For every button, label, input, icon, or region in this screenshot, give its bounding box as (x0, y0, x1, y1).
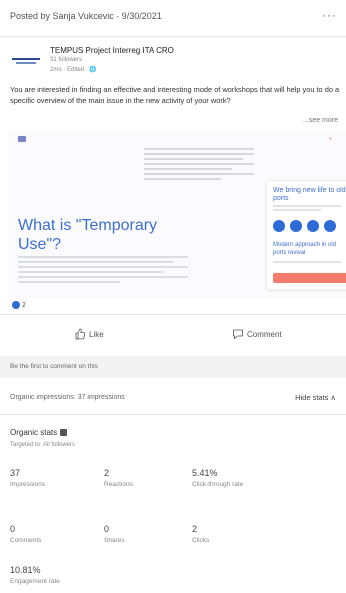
author-block[interactable]: TEMPUS Project Interreg ITA CRO 31 follo… (10, 44, 336, 78)
post-meta: 2mo · Edited · 🌐 (50, 67, 97, 73)
menu-icon: ≡ (329, 136, 332, 142)
divider (0, 36, 346, 37)
targeted-to-label: Targeted to: All followers (10, 442, 76, 448)
stat-comments: 0 Comments (10, 524, 42, 544)
card-text (273, 205, 341, 213)
site-logo-icon (18, 136, 26, 142)
divider (0, 314, 346, 315)
circle-icon (273, 220, 285, 232)
card-button (273, 273, 346, 283)
image-paragraph (144, 148, 254, 183)
organic-stats-title: Organic stats (10, 428, 68, 437)
post-image[interactable]: ≡ What is "Temporary Use"? We bring new … (8, 130, 346, 298)
circle-icon (324, 220, 336, 232)
stat-impressions: 37 Impressions (10, 468, 46, 488)
post-actions: Like Comment (0, 318, 346, 352)
card-icons (273, 219, 341, 237)
posted-by-text: Posted by Sanja Vukcevic · 9/30/2021 (10, 11, 162, 21)
post-header: Posted by Sanja Vukcevic · 9/30/2021 ··· (0, 0, 346, 38)
stat-reactions: 2 Reactions (104, 468, 133, 488)
card-text-2 (273, 261, 341, 265)
author-name[interactable]: TEMPUS Project Interreg ITA CRO (50, 46, 174, 55)
see-more-link[interactable]: ...see more (303, 117, 338, 124)
stat-shares: 0 Shares (104, 524, 125, 544)
first-comment-prompt: Be the first to comment on this (0, 356, 346, 378)
lock-icon (60, 429, 68, 436)
stat-click-through-rate: 5.41% Click-through rate (192, 468, 244, 488)
organic-impressions-label: Organic impressions: 37 impressions (10, 394, 125, 401)
stat-clicks: 2 Clicks (192, 524, 210, 544)
comment-icon (233, 329, 243, 340)
card-subtitle: Modern approach in old ports revival (273, 242, 337, 256)
card-title: We bring new life to old ports (273, 187, 346, 202)
more-options-icon[interactable]: ··· (322, 8, 337, 22)
post-text: You are interested in finding an effecti… (10, 85, 340, 105)
like-button[interactable]: Like (74, 328, 104, 340)
like-reaction-icon (12, 301, 20, 309)
author-followers: 31 followers (50, 57, 83, 63)
image-body-text (18, 256, 188, 286)
circle-icon (307, 220, 319, 232)
stat-engagement-rate: 10.81% Engagement rate (10, 565, 60, 585)
divider (0, 414, 346, 415)
impressions-row: Organic impressions: 37 impressions Hide… (0, 386, 346, 410)
image-title: What is "Temporary Use"? (18, 217, 158, 253)
company-logo[interactable] (10, 50, 42, 70)
circle-icon (290, 220, 302, 232)
image-card: We bring new life to old ports Modern ap… (266, 180, 346, 290)
comment-button[interactable]: Comment (232, 328, 282, 340)
hide-stats-button[interactable]: Hide stats ∧ (295, 393, 336, 402)
thumbs-up-icon (75, 328, 86, 340)
reactions-count[interactable]: 2 (12, 301, 26, 309)
